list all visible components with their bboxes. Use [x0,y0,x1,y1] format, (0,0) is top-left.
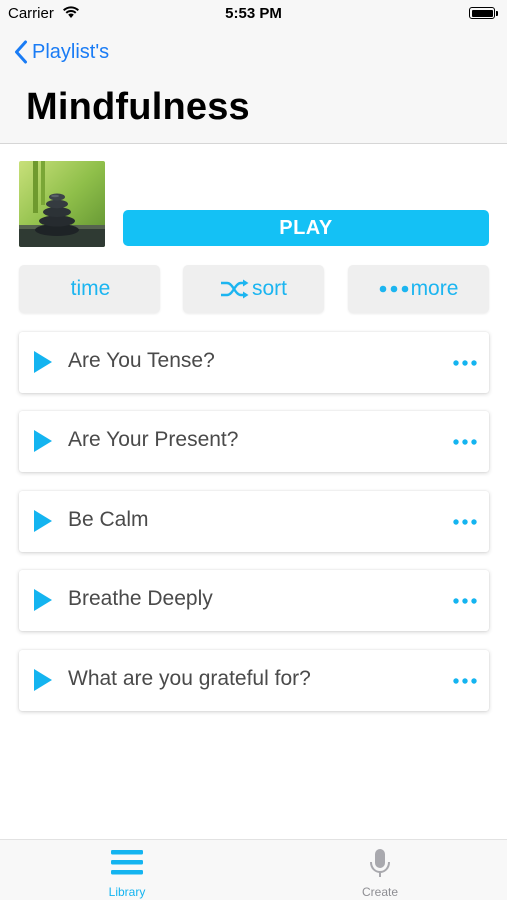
back-button[interactable]: Playlist's [14,38,109,66]
ellipsis-icon [453,678,477,684]
sort-button[interactable]: sort [183,265,324,313]
page-title: Mindfulness [26,86,250,128]
track-menu-button[interactable] [451,354,479,372]
track-row[interactable]: Are Your Present? [19,411,489,472]
tab-create-label: Create [361,885,399,899]
ellipsis-icon [453,519,477,525]
track-menu-button[interactable] [451,513,479,531]
track-title: Are You Tense? [68,349,215,372]
track-menu-button[interactable] [451,592,479,610]
track-row[interactable]: Be Calm [19,491,489,552]
track-menu-button[interactable] [451,433,479,451]
ellipsis-icon [453,598,477,604]
shuffle-icon [220,279,249,299]
tab-bar: Library Create [0,839,507,900]
more-button[interactable]: more [348,265,489,313]
list-icon [111,850,143,875]
sort-button-label: sort [251,277,287,300]
tab-library[interactable]: Library [67,840,187,900]
time-button-label: time [70,277,111,300]
play-icon[interactable] [34,669,52,691]
play-icon[interactable] [34,430,52,452]
track-title: What are you grateful for? [68,667,311,690]
ellipsis-icon [379,285,408,293]
track-title: Are Your Present? [68,428,239,451]
app-screen: Carrier 5:53 PM Playlist's Mindfulness P… [0,0,507,900]
ellipsis-icon [453,439,477,445]
play-icon[interactable] [34,589,52,611]
ellipsis-icon [453,360,477,366]
status-time: 5:53 PM [225,5,282,22]
play-icon[interactable] [34,351,52,373]
track-title: Breathe Deeply [68,587,213,610]
track-row[interactable]: Are You Tense? [19,332,489,393]
track-row[interactable]: What are you grateful for? [19,650,489,711]
battery-tip [496,11,498,16]
microphone-icon [370,849,390,877]
play-button[interactable]: PLAY [123,210,489,246]
zen-stones-image [19,161,105,247]
track-title: Be Calm [68,508,149,531]
chevron-left-icon [15,40,27,64]
tab-library-label: Library [108,885,146,899]
tab-create[interactable]: Create [320,840,440,900]
track-menu-button[interactable] [451,672,479,690]
play-icon[interactable] [34,510,52,532]
track-row[interactable]: Breathe Deeply [19,570,489,631]
time-button[interactable]: time [19,265,160,313]
status-bar: Carrier 5:53 PM [0,0,507,28]
battery-icon [469,7,495,19]
back-button-label: Playlist's [32,40,110,63]
navigation-bar: Playlist's Mindfulness [0,28,507,144]
more-button-label: more [410,277,459,300]
